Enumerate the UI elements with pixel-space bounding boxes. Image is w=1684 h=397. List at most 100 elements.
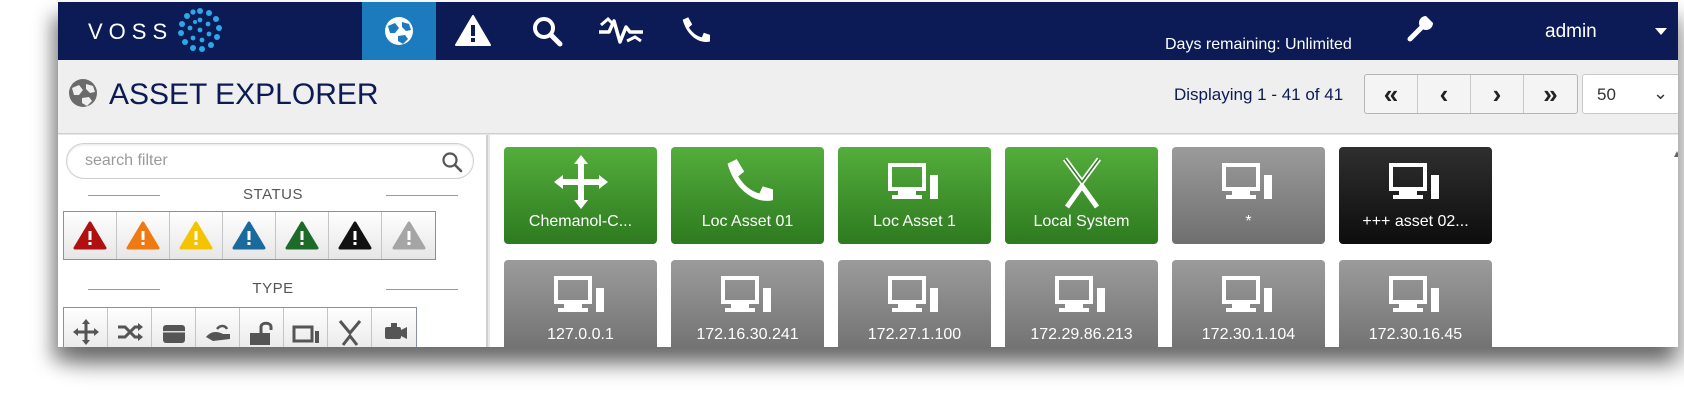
computer-icon xyxy=(1339,155,1492,209)
globe-icon xyxy=(69,79,97,107)
chevron-down-icon[interactable] xyxy=(1655,28,1667,35)
asset-tile[interactable]: Local System xyxy=(1005,147,1158,244)
status-section-header: STATUS xyxy=(58,186,488,206)
last-page-button[interactable]: » xyxy=(1524,75,1577,113)
alert-icon xyxy=(126,221,160,249)
type-filter-hand[interactable] xyxy=(196,308,240,347)
search-icon xyxy=(533,17,563,47)
nav-phone-button[interactable] xyxy=(658,2,732,60)
computer-icon xyxy=(671,268,824,322)
asset-label: * xyxy=(1245,213,1252,230)
asset-grid: Chemanol-C... Loc Asset 01 Loc Asset 1 Loca… xyxy=(490,135,1678,347)
divider xyxy=(386,195,458,196)
scroll-up-icon[interactable]: ▲ xyxy=(1672,149,1678,160)
asset-label: 172.29.86.213 xyxy=(1030,326,1133,343)
computer-icon xyxy=(504,268,657,322)
computer-icon xyxy=(838,155,991,209)
type-filter-move[interactable] xyxy=(64,308,108,347)
alert-icon xyxy=(455,15,491,46)
asset-label: Loc Asset 1 xyxy=(873,213,956,230)
move-icon xyxy=(72,318,99,345)
x-icon xyxy=(338,319,361,346)
move-icon xyxy=(504,155,657,209)
asset-tile[interactable]: Loc Asset 1 xyxy=(838,147,991,244)
storage-icon xyxy=(162,324,185,343)
asset-label: Local System xyxy=(1033,213,1130,230)
hand-icon xyxy=(205,324,230,341)
page-size-value: 50 xyxy=(1597,85,1616,104)
type-label: TYPE xyxy=(252,280,294,297)
computer-icon xyxy=(1005,268,1158,322)
computer-icon xyxy=(1172,155,1325,209)
page-size-select[interactable]: 50 ⌄ xyxy=(1582,74,1678,114)
alert-icon xyxy=(338,221,372,249)
nav-alerts-button[interactable] xyxy=(436,2,510,60)
x-icon xyxy=(1005,155,1158,209)
brand-logo-text: VOSS xyxy=(88,19,174,44)
filter-sidebar: STATUS TYPE xyxy=(58,135,488,347)
status-label: STATUS xyxy=(243,186,303,203)
top-navbar: VOSS Days remaining: Unlimited admin xyxy=(58,2,1678,60)
asset-tile[interactable]: 172.30.16.45 xyxy=(1339,260,1492,347)
asset-tile[interactable]: 172.27.1.100 xyxy=(838,260,991,347)
status-filter-1[interactable] xyxy=(117,212,170,259)
previous-page-button[interactable]: ‹ xyxy=(1418,75,1471,113)
status-filter-4[interactable] xyxy=(276,212,329,259)
type-filter-shuffle[interactable] xyxy=(108,308,152,347)
asset-tile[interactable]: 127.0.0.1 xyxy=(504,260,657,347)
lock-icon xyxy=(249,321,272,345)
asset-tile[interactable]: * xyxy=(1172,147,1325,244)
next-page-button[interactable]: › xyxy=(1471,75,1524,113)
computer-icon xyxy=(292,325,319,343)
page-header: ASSET EXPLORER Displaying 1 - 41 of 41 «… xyxy=(58,60,1678,134)
wrench-icon[interactable] xyxy=(1406,13,1436,43)
asset-label: Loc Asset 01 xyxy=(701,213,794,230)
asset-label: 172.30.16.45 xyxy=(1368,326,1463,343)
app-window: VOSS Days remaining: Unlimited admin ASS… xyxy=(58,2,1678,347)
computer-icon xyxy=(1339,268,1492,322)
asset-tile[interactable]: +++ asset 02... xyxy=(1339,147,1492,244)
search-filter-box xyxy=(66,143,474,179)
status-filter-5[interactable] xyxy=(329,212,382,259)
asset-tile[interactable]: 172.16.30.241 xyxy=(671,260,824,347)
first-page-button[interactable]: « xyxy=(1365,75,1418,113)
alert-icon xyxy=(179,221,213,249)
type-filter-x[interactable] xyxy=(328,308,372,347)
pagination-controls: « ‹ › » xyxy=(1364,74,1578,114)
asset-tile[interactable]: Chemanol-C... xyxy=(504,147,657,244)
asset-label: +++ asset 02... xyxy=(1362,213,1469,230)
asset-tile[interactable]: 172.29.86.213 xyxy=(1005,260,1158,347)
asset-label: Chemanol-C... xyxy=(528,213,633,230)
voss-logo-icon xyxy=(178,8,222,52)
type-filter-lock[interactable] xyxy=(240,308,284,347)
user-menu-label[interactable]: admin xyxy=(1545,21,1597,43)
phone-icon xyxy=(682,17,710,42)
type-filter-camera[interactable] xyxy=(372,308,416,347)
asset-tile[interactable]: Loc Asset 01 xyxy=(671,147,824,244)
status-filter-3[interactable] xyxy=(223,212,276,259)
asset-label: 172.16.30.241 xyxy=(696,326,799,343)
shuffle-icon xyxy=(117,322,143,341)
divider xyxy=(386,289,458,290)
nav-monitor-button[interactable] xyxy=(584,2,658,60)
type-filter-row xyxy=(63,307,417,347)
days-remaining-text: Days remaining: Unlimited xyxy=(1165,36,1352,53)
alert-icon xyxy=(392,221,425,249)
status-filter-row xyxy=(63,211,436,260)
status-filter-2[interactable] xyxy=(170,212,223,259)
type-filter-storage[interactable] xyxy=(152,308,196,347)
computer-icon xyxy=(1172,268,1325,322)
nav-assets-button[interactable] xyxy=(362,2,436,60)
search-icon[interactable] xyxy=(441,151,463,173)
signal-icon xyxy=(599,16,643,44)
search-filter-input[interactable] xyxy=(85,150,415,172)
nav-search-button[interactable] xyxy=(510,2,584,60)
asset-tile[interactable]: 172.30.1.104 xyxy=(1172,260,1325,347)
asset-label: 172.27.1.100 xyxy=(867,326,962,343)
alert-icon xyxy=(73,221,107,249)
camera-icon xyxy=(385,322,407,339)
type-filter-computer[interactable] xyxy=(284,308,328,347)
computer-icon xyxy=(838,268,991,322)
status-filter-6[interactable] xyxy=(382,212,435,259)
status-filter-0[interactable] xyxy=(64,212,117,259)
